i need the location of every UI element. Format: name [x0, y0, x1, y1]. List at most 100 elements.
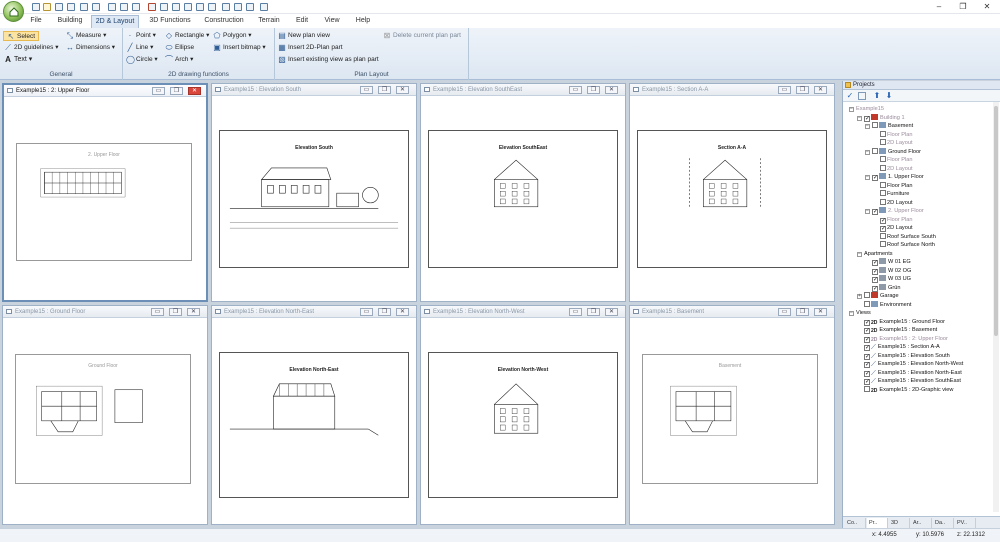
checkbox[interactable]: [880, 164, 886, 171]
restore-window-button[interactable]: ❐: [958, 2, 968, 12]
minimize-view-button[interactable]: ▭: [569, 86, 582, 94]
checkbox[interactable]: [880, 139, 886, 145]
checkbox[interactable]: ✓: [864, 115, 870, 122]
checkbox[interactable]: ✓: [864, 379, 870, 385]
checkbox[interactable]: ✓: [872, 285, 878, 292]
drawing-canvas[interactable]: [429, 353, 617, 497]
collapse-icon[interactable]: −: [865, 124, 870, 129]
restore-view-button[interactable]: ❐: [796, 308, 809, 316]
tree-item[interactable]: ✓2D Layout: [880, 224, 913, 233]
checkbox[interactable]: [880, 181, 886, 188]
tree-item[interactable]: Basement: [872, 122, 913, 131]
checkbox[interactable]: [880, 198, 886, 205]
restore-view-button[interactable]: ❐: [796, 86, 809, 94]
close-window-button[interactable]: ✕: [982, 2, 992, 12]
close-view-button[interactable]: ✕: [188, 87, 201, 95]
tree-item[interactable]: ✓⟋ Example15 : Section A-A: [864, 343, 940, 352]
view-window[interactable]: Example15 : Ground Floor ▭ ❐ ✕ Ground Floor: [2, 305, 208, 525]
minimize-view-button[interactable]: ▭: [778, 86, 791, 94]
close-view-button[interactable]: ✕: [396, 308, 409, 316]
minimize-view-button[interactable]: ▭: [569, 308, 582, 316]
tree-item[interactable]: Roof Surface South: [880, 232, 936, 242]
drawing-canvas[interactable]: [17, 144, 191, 260]
text-button[interactable]: A Text ▾: [4, 55, 32, 65]
tree-item[interactable]: Views: [856, 309, 871, 318]
view-window[interactable]: Example15 : Section A-A ▭ ❐ ✕ Section A-A: [629, 83, 835, 302]
checkbox[interactable]: ✓: [872, 209, 878, 215]
checkbox[interactable]: [864, 385, 870, 392]
collapse-icon[interactable]: −: [865, 149, 870, 155]
new-plan-view-button[interactable]: ▤ New plan view: [278, 31, 330, 41]
arrow-up-icon[interactable]: ⬆: [873, 92, 881, 100]
tree-item[interactable]: 2D Layout: [880, 139, 913, 148]
checkbox[interactable]: [880, 156, 886, 162]
tree-item[interactable]: Environment: [864, 300, 911, 310]
properties-icon[interactable]: [858, 92, 866, 100]
tree-item[interactable]: ✓ W 01 EG: [872, 258, 911, 267]
tree-item[interactable]: Floor Plan: [880, 181, 913, 191]
checkbox[interactable]: ✓: [864, 362, 870, 368]
checkbox[interactable]: [880, 241, 886, 247]
collapse-icon[interactable]: −: [849, 311, 854, 316]
tree-item[interactable]: ✓ W 03 UG: [872, 275, 911, 284]
checkbox[interactable]: ✓: [864, 336, 870, 343]
paste-icon[interactable]: [108, 3, 116, 11]
wall-icon[interactable]: [222, 3, 230, 11]
tree-item[interactable]: 2D Example15 : 2D-Graphic view: [864, 385, 953, 395]
tree-item[interactable]: Furniture: [880, 190, 909, 199]
tab-construction[interactable]: Construction: [200, 15, 248, 28]
new-icon[interactable]: [32, 3, 40, 11]
close-view-button[interactable]: ✕: [605, 308, 618, 316]
tree-item[interactable]: ✓2D Example15 : Ground Floor: [864, 318, 945, 327]
circle-button[interactable]: ◯Circle ▾: [126, 55, 158, 65]
open-icon[interactable]: [43, 3, 51, 11]
checkbox[interactable]: [864, 292, 870, 298]
minimize-view-button[interactable]: ▭: [360, 308, 373, 316]
close-view-button[interactable]: ✕: [814, 86, 827, 94]
view-window[interactable]: Example15 : 2: Upper Floor ▭ ❐ ✕ 2. Upper Fl…: [2, 83, 208, 302]
view-titlebar[interactable]: Example15 : Ground Floor ▭ ❐ ✕: [3, 306, 207, 318]
drawing-canvas[interactable]: [638, 131, 826, 267]
2d-guidelines-button[interactable]: ⟋ 2D guidelines ▾: [4, 43, 58, 53]
view-titlebar[interactable]: Example15 : Elevation North-East ▭ ❐ ✕: [212, 306, 416, 318]
view-window[interactable]: Example15 : Elevation North-East ▭ ❐ ✕ Eleva…: [211, 305, 417, 525]
checkbox[interactable]: [880, 232, 886, 239]
cut-icon[interactable]: [132, 3, 140, 11]
close-view-button[interactable]: ✕: [814, 308, 827, 316]
arrow-down-icon[interactable]: ⬇: [885, 92, 893, 100]
view-window[interactable]: Example15 : Elevation North-West ▭ ❐ ✕ Eleva…: [420, 305, 626, 525]
view-titlebar[interactable]: Example15 : Section A-A ▭ ❐ ✕: [630, 84, 834, 96]
view-window[interactable]: Example15 : Elevation SouthEast ▭ ❐ ✕ Elevat…: [420, 83, 626, 302]
tab-file[interactable]: File: [24, 15, 48, 28]
tree-item[interactable]: ✓⟋ Example15 : Elevation North-West: [864, 360, 963, 369]
dimensions-button[interactable]: ↔ Dimensions ▾: [66, 43, 115, 53]
close-view-button[interactable]: ✕: [187, 308, 200, 316]
tree-item[interactable]: ✓ 1. Upper Floor: [872, 173, 924, 182]
rectangle-button[interactable]: ◇ Rectangle ▾: [165, 31, 209, 41]
restore-view-button[interactable]: ❐: [169, 308, 182, 316]
tree-item[interactable]: ✓⟋ Example15 : Elevation North-East: [864, 369, 962, 378]
stairs-icon[interactable]: [184, 3, 192, 11]
tree-item[interactable]: ✓⟋ Example15 : Elevation SouthEast: [864, 377, 961, 386]
pen-icon[interactable]: [234, 3, 242, 11]
undo-red-icon[interactable]: [148, 3, 156, 11]
drawing-canvas[interactable]: [429, 131, 617, 267]
collapse-icon[interactable]: −: [849, 107, 854, 112]
checkbox[interactable]: [872, 147, 878, 154]
panel-tab[interactable]: Da..: [933, 518, 954, 528]
view-titlebar[interactable]: Example15 : 2: Upper Floor ▭ ❐ ✕: [4, 85, 206, 97]
line-button[interactable]: ╱ Line ▾: [126, 43, 154, 53]
insert-existing-view-button[interactable]: ▧ Insert existing view as plan part: [278, 55, 378, 65]
tree-item[interactable]: ✓2D Example15 : 2: Upper Floor: [864, 335, 948, 344]
restore-view-button[interactable]: ❐: [378, 308, 391, 316]
minimize-view-button[interactable]: ▭: [778, 308, 791, 316]
collapse-icon[interactable]: −: [857, 251, 862, 257]
measure-button[interactable]: ⤡ Measure ▾: [66, 31, 107, 41]
3d-view-icon[interactable]: [92, 3, 100, 11]
tree-item[interactable]: ✓ Grün: [872, 283, 900, 293]
view-window[interactable]: Example15 : Basement ▭ ❐ ✕ Basement: [629, 305, 835, 525]
point-button[interactable]: · Point ▾: [126, 31, 156, 41]
restore-view-button[interactable]: ❐: [587, 86, 600, 94]
tree-item[interactable]: ✓ Building 1: [864, 113, 905, 123]
checkbox[interactable]: ✓: [880, 226, 886, 232]
